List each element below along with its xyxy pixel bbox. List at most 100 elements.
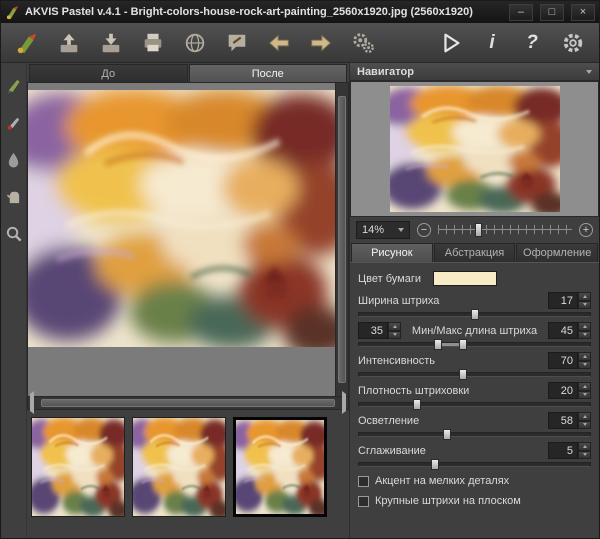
tab-after[interactable]: После [189,64,348,82]
brush-tool-button[interactable] [5,77,22,99]
smoothing-label: Сглаживание [358,445,426,457]
main-toolbar: i ? [1,23,599,63]
navigator-canvas[interactable] [350,81,599,217]
batch-processing-button[interactable] [349,29,377,57]
info-icon: i [489,32,494,54]
vertical-scroll-thumb[interactable] [338,96,346,383]
scroll-left-button[interactable] [30,394,34,412]
increment-button[interactable] [578,352,591,361]
globe-icon [183,31,207,55]
tab-before[interactable]: До [29,64,188,82]
navigator-header[interactable]: Навигатор [350,63,599,81]
max-length-value[interactable]: 45 [548,322,578,339]
scroll-right-button[interactable] [342,394,346,412]
checkbox-box[interactable] [358,496,369,507]
zoom-slider-handle[interactable] [475,223,482,237]
slider-handle[interactable] [443,429,451,440]
minimize-button[interactable]: – [509,4,533,21]
undo-button[interactable] [265,29,293,57]
min-slider-handle[interactable] [434,339,442,350]
tab-abstraction[interactable]: Абстракция [434,243,516,262]
decrement-button[interactable] [578,391,591,400]
save-image-icon [99,31,123,55]
checkbox-large-strokes-flat[interactable]: Крупные штрихи на плоском [358,492,591,510]
horizontal-scroll-thumb[interactable] [41,399,335,407]
zoom-tool-button[interactable] [5,225,22,247]
min-length-spinbox[interactable]: 35 [358,322,401,339]
increment-button[interactable] [578,382,591,391]
smoothing-spinbox[interactable]: 5 [548,442,591,459]
paper-color-swatch[interactable] [433,271,497,286]
slider-handle[interactable] [471,309,479,320]
lightening-slider[interactable] [358,432,591,437]
hand-tool-button[interactable] [5,188,22,210]
result-image [28,90,335,347]
preferences-button[interactable] [559,29,587,57]
navigator-image [390,86,560,212]
zoom-in-button[interactable]: + [579,223,593,237]
max-length-spinbox[interactable]: 45 [548,322,591,339]
minmax-slider[interactable] [358,342,591,347]
share-artwork-button[interactable] [223,29,251,57]
tab-drawing[interactable]: Рисунок [351,243,433,262]
lightening-value[interactable]: 58 [548,412,578,429]
stroke-width-value[interactable]: 17 [548,292,578,309]
increment-button[interactable] [578,292,591,301]
post-to-web-button[interactable] [181,29,209,57]
vertical-scrollbar[interactable] [336,82,349,397]
increment-button[interactable] [578,442,591,451]
hatching-density-value[interactable]: 20 [548,382,578,399]
brush-logo-button[interactable] [13,29,41,57]
increment-button[interactable] [388,322,401,331]
zoom-slider[interactable] [438,223,572,237]
smoothing-slider[interactable] [358,462,591,467]
hatching-density-slider[interactable] [358,402,591,407]
decrement-button[interactable] [578,331,591,340]
slider-handle[interactable] [459,369,467,380]
save-image-button[interactable] [97,29,125,57]
checkbox-accent-small-details[interactable]: Акцент на мелких деталях [358,472,591,490]
preset-thumbnail-1[interactable] [31,417,125,517]
lightening-spinbox[interactable]: 58 [548,412,591,429]
slider-handle[interactable] [413,399,421,410]
max-slider-handle[interactable] [459,339,467,350]
eraser-tool-button[interactable] [5,114,22,136]
horizontal-scrollbar[interactable] [27,397,349,410]
increment-button[interactable] [578,322,591,331]
spin-up-icon [393,325,397,328]
image-canvas[interactable] [27,82,336,397]
open-image-button[interactable] [55,29,83,57]
checkbox-box[interactable] [358,476,369,487]
intensity-spinbox[interactable]: 70 [548,352,591,369]
hatching-density-spinbox[interactable]: 20 [548,382,591,399]
help-button[interactable]: ? [519,30,545,56]
stroke-width-slider[interactable] [358,312,591,317]
intensity-value[interactable]: 70 [548,352,578,369]
slider-handle[interactable] [431,459,439,470]
play-icon [439,31,463,55]
smudge-tool-button[interactable] [5,151,22,173]
tab-decoration[interactable]: Оформление [516,243,598,262]
stroke-width-spinbox[interactable]: 17 [548,292,591,309]
maximize-button[interactable]: □ [540,4,564,21]
decrement-button[interactable] [578,451,591,460]
increment-button[interactable] [578,412,591,421]
intensity-slider[interactable] [358,372,591,377]
preset-thumbnail-2[interactable] [132,417,226,517]
smoothing-value[interactable]: 5 [548,442,578,459]
preset-thumbnail-3-selected[interactable] [233,417,327,517]
decrement-button[interactable] [578,301,591,310]
zoom-out-button[interactable]: − [417,223,431,237]
zoom-select[interactable]: 14% [356,221,410,239]
redo-button[interactable] [307,29,335,57]
close-button[interactable]: × [571,4,595,21]
decrement-button[interactable] [578,361,591,370]
info-button[interactable]: i [479,30,505,56]
spin-down-icon [583,333,587,336]
print-button[interactable] [139,29,167,57]
collapse-chevron-icon[interactable] [586,70,592,74]
decrement-button[interactable] [578,421,591,430]
decrement-button[interactable] [388,331,401,340]
run-button[interactable] [437,29,465,57]
min-length-value[interactable]: 35 [358,322,388,339]
